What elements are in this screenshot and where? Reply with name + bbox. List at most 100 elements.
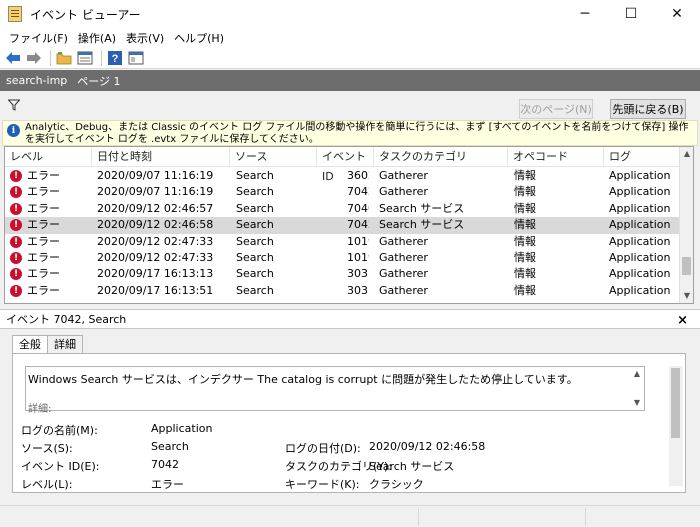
column-log[interactable]: ログ xyxy=(604,147,680,167)
back-arrow-icon[interactable] xyxy=(4,49,22,67)
info-icon: i xyxy=(7,124,20,137)
event-detail-title-bar: イベント 7042, Search × xyxy=(0,309,700,329)
column-opcode[interactable]: オペコード xyxy=(508,147,604,167)
menu-view[interactable]: 表示(V) xyxy=(121,30,169,46)
column-source[interactable]: ソース xyxy=(230,147,317,167)
next-page-button[interactable]: 次のページ(N) xyxy=(519,99,593,119)
menu-help[interactable]: ヘルプ(H) xyxy=(169,30,229,46)
maximize-button[interactable]: ☐ xyxy=(608,0,654,28)
scroll-thumb[interactable] xyxy=(682,257,691,275)
scroll-down-icon[interactable]: ▼ xyxy=(630,396,644,410)
open-folder-icon[interactable] xyxy=(55,49,73,67)
cell-event-id: 3031 xyxy=(347,283,369,297)
cell-log: Application xyxy=(609,251,671,264)
scroll-up-icon[interactable]: ▲ xyxy=(630,367,644,381)
forward-arrow-icon[interactable] xyxy=(25,49,43,67)
menu-bar: ファイル(F) 操作(A) 表示(V) ヘルプ(H) xyxy=(0,28,700,47)
filter-icon[interactable] xyxy=(7,99,21,111)
cell-source: Search xyxy=(236,201,274,215)
cell-event-id: 1019 xyxy=(347,251,369,264)
error-icon: ! xyxy=(10,268,22,281)
cell-opcode: 情報 xyxy=(514,251,536,264)
toolbar: ? xyxy=(0,47,700,69)
keywords-value: クラシック xyxy=(369,478,424,491)
table-row[interactable]: ! エラー 2020/09/12 02:46:58 Search 7042 Search … xyxy=(5,217,680,234)
grid-header: レベル 日付と時刻 ソース イベント ID タスクのカテゴリ オペコード ログ xyxy=(5,147,680,183)
console-icon[interactable] xyxy=(127,49,145,67)
tab-details[interactable]: 詳細 xyxy=(47,335,83,354)
detail-tabs: 全般 詳細 xyxy=(12,335,83,355)
table-row[interactable]: ! エラー 2020/09/12 02:46:57 Search 7040 Search … xyxy=(5,201,680,217)
cell-source: Search xyxy=(236,218,274,232)
status-bar xyxy=(0,505,700,527)
table-row[interactable]: ! エラー 2020/09/07 11:16:19 Search 7042 Gathere… xyxy=(5,184,680,200)
cell-event-id: 1019 xyxy=(347,234,369,248)
cell-opcode: 情報 xyxy=(514,169,536,182)
title-bar: イベント ビューアー ─ ☐ ✕ xyxy=(0,0,700,28)
cell-level: エラー xyxy=(27,234,60,248)
logged-label: ログの日付(D): xyxy=(285,442,361,455)
event-id-value: 7042 xyxy=(151,458,179,471)
cell-category: Gatherer xyxy=(379,169,428,182)
cell-level: エラー xyxy=(27,201,60,215)
tab-general[interactable]: 全般 xyxy=(12,335,48,355)
event-detail-title: イベント 7042, Search xyxy=(6,313,127,326)
event-message: Windows Search サービスは、インデクサー The catalog … xyxy=(28,373,578,386)
log-name-label: ログの名前(M): xyxy=(21,424,98,437)
menu-action[interactable]: 操作(A) xyxy=(73,30,121,46)
table-row[interactable]: ! エラー 2020/09/12 02:47:33 Search 1019 Gathere… xyxy=(5,250,680,266)
column-event-id[interactable]: イベント ID xyxy=(317,147,374,183)
log-name-value: Application xyxy=(151,422,213,435)
properties-icon[interactable] xyxy=(76,49,94,67)
column-category[interactable]: タスクのカテゴリ xyxy=(374,147,508,167)
cell-log: Application xyxy=(609,267,671,281)
cell-category: Gatherer xyxy=(379,234,428,248)
level-label: レベル(L): xyxy=(21,478,73,491)
error-icon: ! xyxy=(10,219,22,232)
column-datetime[interactable]: 日付と時刻 xyxy=(92,147,230,167)
toolbar-separator xyxy=(101,49,102,66)
cell-datetime: 2020/09/12 02:46:58 xyxy=(97,218,214,232)
cell-category: Search サービス xyxy=(379,201,465,215)
error-icon: ! xyxy=(10,252,22,264)
minimize-button[interactable]: ─ xyxy=(562,0,608,28)
table-row[interactable]: ! エラー 2020/09/17 16:13:13 Search 3031 Gathere… xyxy=(5,266,680,282)
error-icon: ! xyxy=(10,202,22,215)
cell-level: エラー xyxy=(27,251,60,264)
log-header-bar: search-imp ページ 1 xyxy=(0,70,700,91)
table-row[interactable]: ! エラー 2020/09/12 02:47:33 Search 1019 Gathere… xyxy=(5,234,680,250)
table-row[interactable]: ! エラー 2020/09/17 16:13:51 Search 3031 Gathere… xyxy=(5,283,680,299)
cell-level: エラー xyxy=(27,169,60,182)
cell-source: Search xyxy=(236,169,274,182)
help-icon[interactable]: ? xyxy=(106,49,124,67)
scroll-thumb[interactable] xyxy=(671,368,680,438)
cell-event-id: 3031 xyxy=(347,267,369,281)
filter-row: 次のページ(N) 先頭に戻る(B) xyxy=(0,95,700,119)
cell-level: エラー xyxy=(27,267,60,281)
level-value: エラー xyxy=(151,478,184,491)
error-icon: ! xyxy=(10,186,22,199)
close-button[interactable]: ✕ xyxy=(654,0,700,28)
message-scrollbar[interactable]: ▲ ▼ xyxy=(630,367,644,410)
error-icon: ! xyxy=(10,284,22,297)
cell-source: Search xyxy=(236,234,274,248)
cell-log: Application xyxy=(609,234,671,248)
column-level[interactable]: レベル xyxy=(5,147,92,167)
cell-opcode: 情報 xyxy=(514,218,536,232)
cell-source: Search xyxy=(236,283,274,297)
scroll-up-icon[interactable]: ▲ xyxy=(680,147,693,161)
first-page-button[interactable]: 先頭に戻る(B) xyxy=(610,99,686,119)
scroll-down-icon[interactable]: ▼ xyxy=(680,289,693,303)
event-message-box[interactable]: Windows Search サービスは、インデクサー The catalog … xyxy=(25,366,645,415)
svg-text:?: ? xyxy=(112,53,119,65)
event-list-scrollbar[interactable]: ▲ ▼ xyxy=(679,147,693,303)
toolbar-separator xyxy=(50,49,51,66)
detail-scrollbar[interactable] xyxy=(669,366,683,486)
cell-level: エラー xyxy=(27,185,60,199)
cell-datetime: 2020/09/07 11:16:19 xyxy=(97,169,214,182)
cell-datetime: 2020/09/12 02:47:33 xyxy=(97,251,214,264)
table-row[interactable]: ! エラー 2020/09/07 11:16:19 Search 3602 Gathere… xyxy=(5,168,680,184)
menu-file[interactable]: ファイル(F) xyxy=(4,30,73,46)
close-detail-icon[interactable]: × xyxy=(677,313,688,328)
source-label: ソース(S): xyxy=(21,442,73,455)
